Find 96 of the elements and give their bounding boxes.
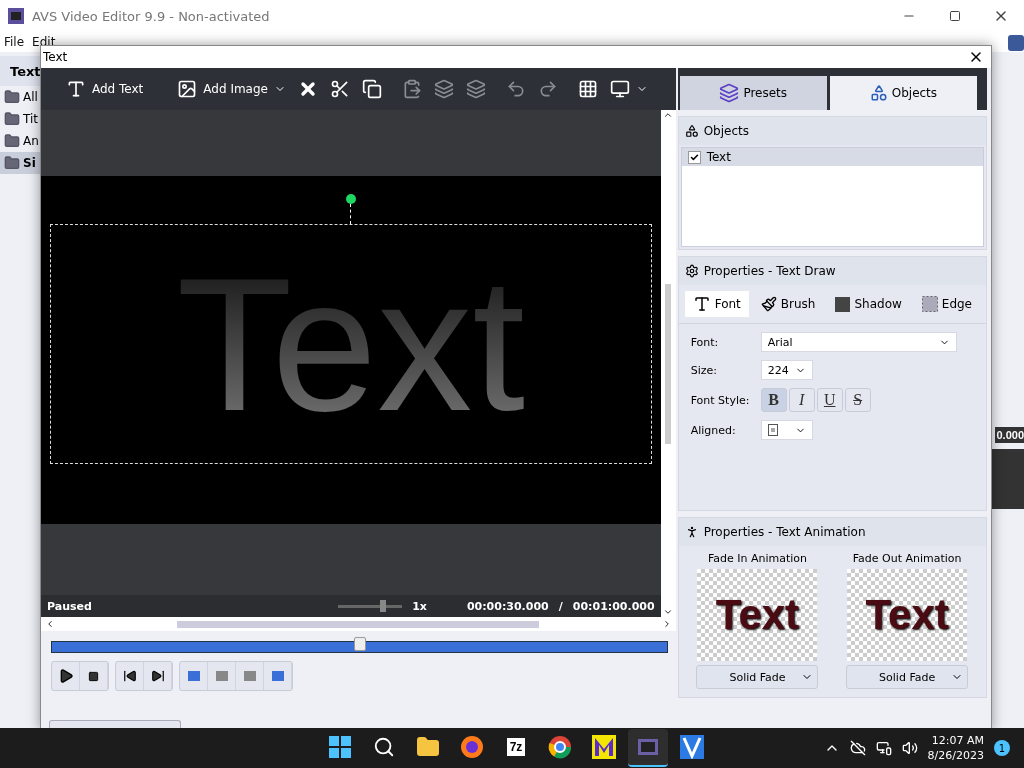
sample-text: Text [715, 591, 800, 639]
section-title: Objects [703, 124, 749, 138]
shapes-icon [684, 124, 699, 138]
align-dropdown[interactable] [760, 420, 813, 440]
total-time: 00:01:00.000 [572, 599, 655, 613]
property-tab[interactable]: Font [684, 291, 749, 317]
notification-badge[interactable]: 1 [994, 740, 1010, 756]
slider-thumb[interactable] [379, 599, 386, 612]
scroll-up-icon[interactable] [663, 110, 674, 120]
v-app-icon [680, 735, 704, 759]
undo-icon [505, 79, 526, 99]
search-icon [373, 736, 395, 758]
clock-time: 12:07 AM [931, 732, 984, 748]
stop-icon [88, 670, 99, 682]
folder-item[interactable]: All [0, 86, 40, 108]
m-app-icon [592, 735, 616, 759]
time-separator: / [558, 599, 563, 613]
panel-tab[interactable]: Objects [829, 76, 977, 110]
field-label: Font: [690, 335, 720, 349]
folder-item[interactable]: Tit [0, 108, 40, 130]
section-title: Properties - Text Animation [703, 525, 866, 539]
timeline-thumb[interactable] [354, 637, 367, 651]
field-label: Size: [690, 363, 718, 377]
font-icon [692, 295, 711, 313]
toolbar-button[interactable]: Add Text [61, 72, 149, 106]
section-title: Properties - Text Draw [703, 264, 836, 278]
archiver-icon: 7z [506, 738, 526, 756]
skip-back-icon [122, 669, 137, 683]
folder-item[interactable]: An [0, 130, 40, 152]
scissors-icon [329, 79, 350, 99]
windows-icon [329, 736, 351, 758]
align-icon [767, 424, 778, 436]
edge-icon [921, 296, 938, 312]
object-label: Text [706, 150, 731, 164]
grid-icon [577, 79, 598, 99]
time-reading: 0.000 [995, 427, 1024, 443]
field-label: Aligned: [690, 423, 737, 437]
scroll-left-icon[interactable] [45, 619, 55, 629]
folder-icon [4, 155, 20, 171]
shadow-icon [835, 296, 851, 312]
panel-tab[interactable]: Presets [679, 76, 827, 110]
brush-icon [760, 296, 777, 312]
menu-item[interactable]: File [4, 35, 25, 49]
style-button[interactable]: U [816, 388, 843, 412]
volume-icon[interactable] [901, 740, 918, 756]
folder-icon [4, 89, 20, 105]
object-row[interactable]: Text [681, 148, 983, 166]
speed-reading: 1x [412, 599, 427, 613]
maximize-icon [949, 10, 961, 22]
property-tab[interactable]: Edge [913, 291, 980, 317]
browser-icon [460, 735, 484, 759]
font-dropdown[interactable]: Arial [760, 332, 957, 352]
animation-title: Fade Out Animation [852, 552, 962, 565]
monitor-icon [609, 79, 630, 99]
layers-icon [433, 79, 454, 99]
animation-title: Fade In Animation [707, 552, 808, 565]
dialog-title: Text [43, 50, 68, 64]
shapes-icon [869, 84, 888, 102]
field-label: Font Style: [690, 393, 751, 407]
property-tab[interactable]: Brush [752, 291, 824, 317]
settings-icon [684, 264, 699, 278]
current-time: 00:00:30.000 [466, 599, 549, 613]
style-button[interactable]: B [760, 388, 787, 412]
rotate-handle[interactable] [345, 194, 356, 204]
stack-icon [719, 83, 740, 103]
property-tab[interactable]: Shadow [827, 291, 910, 317]
cloud-icon[interactable] [849, 740, 866, 756]
window-title: AVS Video Editor 9.9 - Non-activated [32, 8, 270, 24]
skip-forward-icon [150, 669, 165, 683]
folder-icon [4, 133, 20, 149]
status-text: Paused [47, 599, 92, 613]
app-logo-icon [8, 8, 24, 24]
checkbox[interactable] [687, 150, 701, 164]
text-icon [66, 79, 86, 99]
taskbar-button[interactable]: 7z [496, 729, 536, 767]
style-button[interactable]: S [844, 388, 871, 412]
size-dropdown[interactable]: 224 [760, 360, 813, 380]
sidebar-title: Text [0, 56, 40, 86]
network-icon[interactable] [875, 740, 892, 756]
clock[interactable]: 12:07 AM 8/26/2023 [927, 732, 984, 764]
layers-icon [465, 79, 486, 99]
effect-dropdown[interactable]: Solid Fade [846, 665, 969, 689]
scroll-down-icon[interactable] [663, 607, 674, 617]
folder-icon [416, 735, 440, 759]
image-icon [177, 79, 198, 99]
clock-date: 8/26/2023 [927, 748, 984, 764]
toolbar-button[interactable]: Add Image [172, 72, 291, 106]
folder-icon [4, 111, 20, 127]
effect-dropdown[interactable]: Solid Fade [696, 665, 819, 689]
copy-icon [361, 79, 382, 99]
sample-text: Text [865, 591, 949, 639]
horizontal-scrollbar[interactable] [41, 617, 676, 631]
style-button[interactable]: I [788, 388, 815, 412]
taskbar-button[interactable] [628, 729, 668, 767]
folder-item[interactable]: Si [0, 152, 40, 174]
panel-background [990, 449, 1024, 509]
